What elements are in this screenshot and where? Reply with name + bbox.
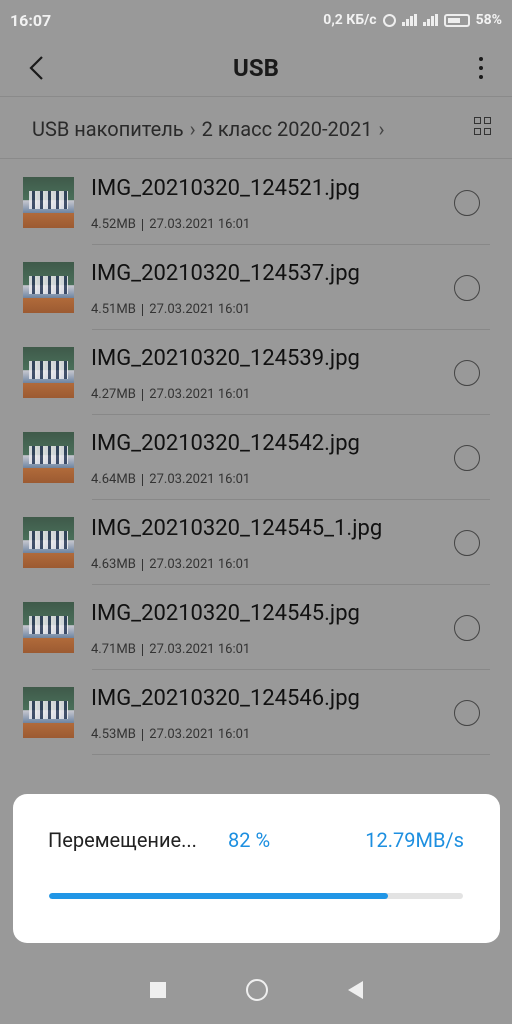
file-size: 4.51MB (91, 302, 136, 317)
file-name: IMG_20210320_124545_1.jpg (91, 516, 383, 541)
image-thumbnail (23, 517, 74, 568)
file-date: 27.03.2021 16:01 (149, 387, 251, 402)
list-item[interactable]: IMG_20210320_124537.jpg 4.51MB 27.03.2021… (0, 245, 512, 330)
list-item[interactable]: IMG_20210320_124521.jpg 4.52MB 27.03.2021… (0, 160, 512, 245)
file-size: 4.63MB (91, 557, 136, 572)
file-date: 27.03.2021 16:01 (149, 302, 251, 317)
file-date: 27.03.2021 16:01 (149, 727, 251, 742)
file-meta: 4.52MB 27.03.2021 16:01 (91, 217, 250, 232)
chevron-right-icon: › (378, 117, 385, 141)
select-checkbox[interactable] (454, 700, 480, 726)
file-name: IMG_20210320_124542.jpg (91, 431, 360, 456)
file-date: 27.03.2021 16:01 (149, 557, 251, 572)
alarm-icon (382, 13, 396, 27)
divider (0, 158, 512, 159)
image-thumbnail (23, 347, 74, 398)
image-thumbnail (23, 177, 74, 228)
file-name: IMG_20210320_124537.jpg (91, 261, 360, 286)
image-thumbnail (23, 262, 74, 313)
signal-icon (401, 14, 417, 26)
chevron-right-icon: › (189, 117, 196, 141)
list-item[interactable]: IMG_20210320_124539.jpg 4.27MB 27.03.2021… (0, 330, 512, 415)
battery-icon (443, 13, 470, 27)
select-checkbox[interactable] (454, 530, 480, 556)
network-speed: 0,2 КБ/с (323, 12, 377, 28)
meta-divider (141, 473, 144, 486)
file-meta: 4.51MB 27.03.2021 16:01 (91, 302, 250, 317)
image-thumbnail (23, 687, 74, 738)
battery-percent: 58% (475, 12, 502, 28)
file-date: 27.03.2021 16:01 (149, 217, 251, 232)
progress-bar-fill (49, 893, 389, 899)
home-circle-icon[interactable] (245, 978, 268, 1001)
select-checkbox[interactable] (454, 275, 480, 301)
list-item[interactable]: IMG_20210320_124546.jpg 4.53MB 27.03.2021… (0, 670, 512, 755)
list-item[interactable]: IMG_20210320_124542.jpg 4.64MB 27.03.2021… (0, 415, 512, 500)
file-size: 4.53MB (91, 727, 136, 742)
page-title: USB (233, 54, 279, 82)
move-progress-dialog: Перемещение... 82 % 12.79MB/s (13, 794, 500, 943)
file-name: IMG_20210320_124545.jpg (91, 601, 360, 626)
back-arrow-icon[interactable] (24, 54, 52, 82)
back-triangle-icon[interactable] (347, 980, 363, 999)
file-meta: 4.27MB 27.03.2021 16:01 (91, 387, 250, 402)
meta-divider (141, 643, 144, 656)
select-checkbox[interactable] (454, 615, 480, 641)
file-size: 4.27MB (91, 387, 136, 402)
file-size: 4.64MB (91, 472, 136, 487)
list-item[interactable]: IMG_20210320_124545.jpg 4.71MB 27.03.2021… (0, 585, 512, 670)
list-item[interactable]: IMG_20210320_124545_1.jpg 4.63MB 27.03.20… (0, 500, 512, 585)
recents-square-icon[interactable] (149, 981, 166, 998)
transfer-speed: 12.79MB/s (365, 828, 464, 852)
meta-divider (141, 558, 144, 571)
app-bar: USB (0, 40, 512, 96)
select-checkbox[interactable] (454, 445, 480, 471)
file-date: 27.03.2021 16:01 (149, 642, 251, 657)
more-vertical-icon[interactable] (474, 54, 488, 82)
file-meta: 4.63MB 27.03.2021 16:01 (91, 557, 250, 572)
progress-percent: 82 % (228, 828, 271, 852)
file-date: 27.03.2021 16:01 (149, 472, 251, 487)
progress-bar (49, 893, 463, 899)
meta-divider (141, 388, 144, 401)
status-bar: 16:07 0,2 КБ/с 58% (0, 0, 512, 40)
meta-divider (141, 728, 144, 741)
file-name: IMG_20210320_124521.jpg (91, 176, 360, 201)
file-size: 4.52MB (91, 217, 136, 232)
meta-divider (141, 303, 144, 316)
select-checkbox[interactable] (454, 360, 480, 386)
image-thumbnail (23, 432, 74, 483)
breadcrumb-item-usb[interactable]: USB накопитель (32, 117, 184, 141)
breadcrumb-item-folder[interactable]: 2 класс 2020-2021 (202, 117, 373, 141)
select-checkbox[interactable] (454, 190, 480, 216)
dialog-label: Перемещение... (48, 828, 197, 852)
file-name: IMG_20210320_124546.jpg (91, 686, 360, 711)
status-icons: 0,2 КБ/с 58% (323, 12, 502, 28)
meta-divider (141, 218, 144, 231)
file-meta: 4.64MB 27.03.2021 16:01 (91, 472, 250, 487)
file-meta: 4.71MB 27.03.2021 16:01 (91, 642, 250, 657)
system-nav-bar (0, 955, 512, 1024)
breadcrumb: USB накопитель › 2 класс 2020-2021 › (0, 105, 512, 153)
file-list: IMG_20210320_124521.jpg 4.52MB 27.03.2021… (0, 160, 512, 755)
status-time: 16:07 (10, 10, 52, 30)
image-thumbnail (23, 602, 74, 653)
signal-icon-2 (422, 14, 438, 26)
grid-view-icon[interactable] (474, 117, 492, 135)
file-size: 4.71MB (91, 642, 136, 657)
file-name: IMG_20210320_124539.jpg (91, 346, 360, 371)
file-meta: 4.53MB 27.03.2021 16:01 (91, 727, 250, 742)
divider (0, 96, 512, 97)
